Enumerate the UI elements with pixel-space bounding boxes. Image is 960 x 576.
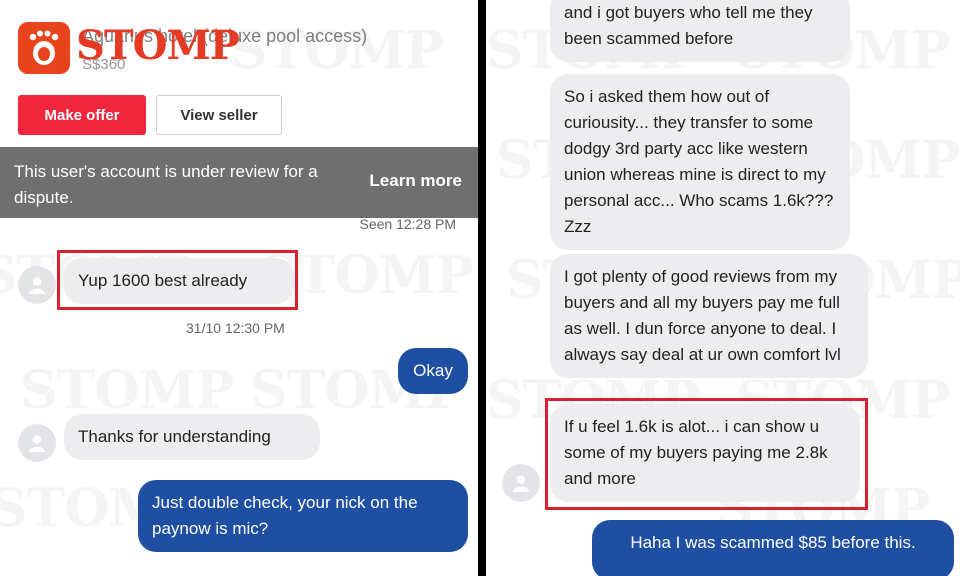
user-icon (29, 435, 45, 452)
message-incoming: and i got buyers who tell me they been s… (550, 0, 850, 62)
dispute-banner: This user's account is under review for … (0, 147, 478, 218)
avatar (502, 464, 540, 502)
left-chat-screenshot: STOMP STOMP STOMP STOMP STOMP STOMP Aqua… (0, 0, 478, 576)
message-outgoing: Haha I was scammed $85 before this. (592, 520, 954, 576)
message-incoming: If u feel 1.6k is alot... i can show u s… (550, 404, 860, 502)
right-chat-screenshot: STOMP STOMP STOMP STOMP STOMP STOMP STOM… (486, 0, 960, 576)
view-seller-button[interactable]: View seller (156, 95, 282, 135)
avatar (18, 424, 56, 462)
message-outgoing: Just double check, your nick on the payn… (138, 480, 468, 552)
panel-divider (478, 0, 486, 576)
seen-status: Seen 12:28 PM (359, 216, 456, 232)
message-incoming: Thanks for understanding (64, 414, 320, 460)
message-incoming: Yup 1600 best already (64, 258, 294, 304)
stomp-logo-icon (18, 22, 70, 74)
learn-more-link[interactable]: Learn more (369, 171, 462, 191)
user-icon (29, 277, 45, 294)
message-outgoing: Okay (398, 348, 468, 394)
make-offer-button[interactable]: Make offer (18, 95, 146, 135)
avatar (18, 266, 56, 304)
message-incoming: So i asked them how out of curiousity...… (550, 74, 850, 250)
user-icon (513, 475, 529, 492)
message-incoming: I got plenty of good reviews from my buy… (550, 254, 868, 378)
banner-text: This user's account is under review for … (14, 162, 318, 207)
stomp-logo-text: STOMP (76, 22, 240, 69)
watermark: STOMP (20, 360, 234, 421)
message-timestamp: 31/10 12:30 PM (186, 320, 285, 336)
